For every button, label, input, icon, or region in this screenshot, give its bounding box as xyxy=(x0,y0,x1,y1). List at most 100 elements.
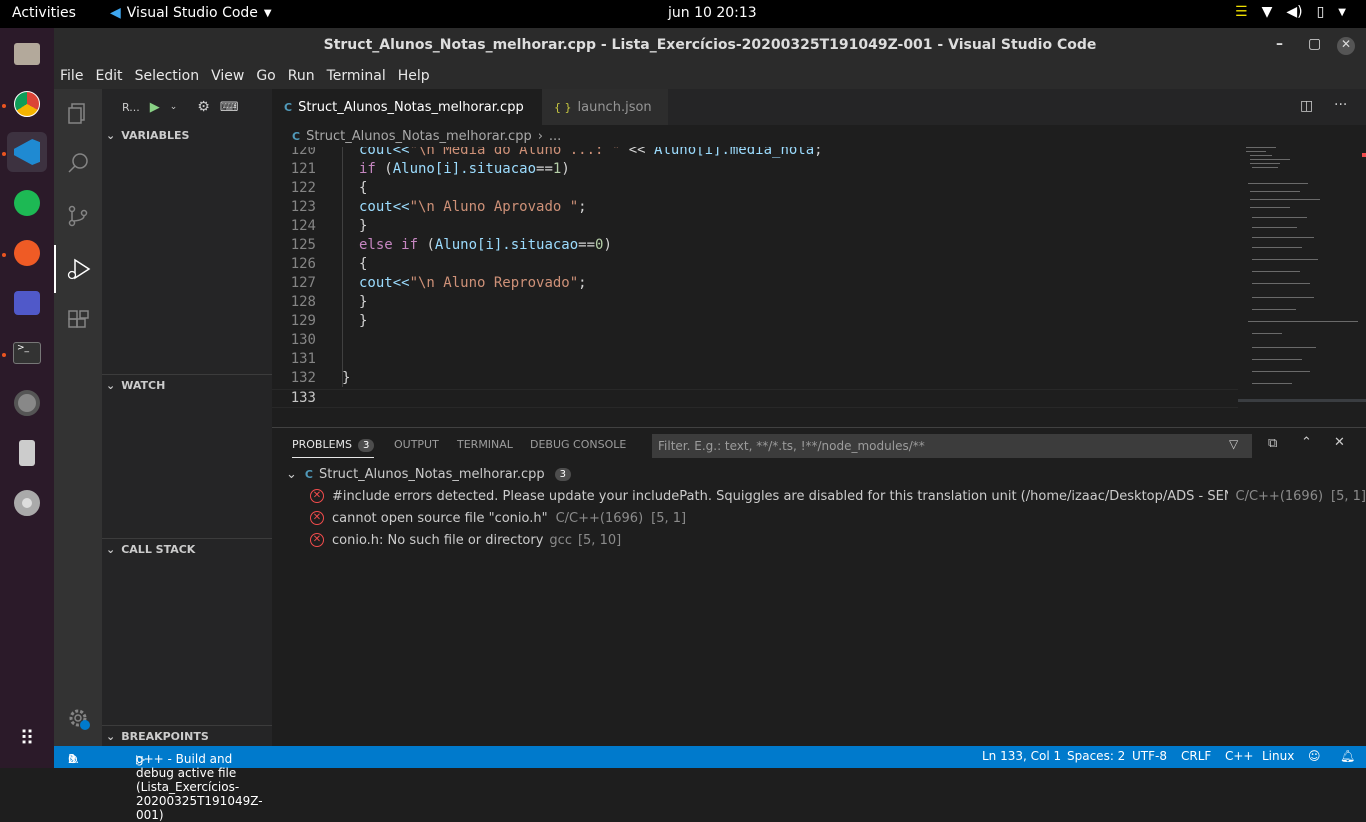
breadcrumb-more[interactable]: ... xyxy=(549,129,561,144)
breadcrumb: C Struct_Alunos_Notas_melhorar.cpp › ... xyxy=(272,125,1366,147)
terminal-icon[interactable]: >_ xyxy=(7,333,47,373)
chevron-down-icon[interactable]: ▼ xyxy=(1338,7,1346,18)
code-line: 131 xyxy=(272,351,1238,370)
section-breakpoints[interactable]: ⌄ BREAKPOINTS xyxy=(102,725,272,747)
app-menu[interactable]: ◀ Visual Studio Code ▼ xyxy=(110,5,272,21)
code-token: ) xyxy=(561,161,570,177)
feedback-icon[interactable]: ☺ xyxy=(1308,749,1321,763)
tab-output[interactable]: OUTPUT xyxy=(394,438,439,451)
editor-tabs: C Struct_Alunos_Notas_melhorar.cpp { } l… xyxy=(272,89,1366,125)
code-token: Aluno[i].media_nota xyxy=(654,147,815,158)
problem-row[interactable]: ✕ cannot open source file "conio.h" C/C+… xyxy=(272,507,1366,529)
indentation-status[interactable]: Spaces: 2 xyxy=(1067,749,1125,763)
menu-selection[interactable]: Selection xyxy=(129,64,206,89)
section-call-stack[interactable]: ⌄ CALL STACK xyxy=(102,538,272,560)
status-bar: ⊗ 3 ⚠ 0 ▷ g++ - Build and debug active f… xyxy=(54,746,1366,822)
notes-icon[interactable]: ☰ xyxy=(1235,4,1248,20)
manage-gear-icon[interactable] xyxy=(54,694,102,742)
platform-status[interactable]: Linux xyxy=(1262,749,1294,763)
menu-run[interactable]: Run xyxy=(282,64,321,89)
filter-icon[interactable]: ▽ xyxy=(1229,437,1238,451)
code-line: 125 else if (Aluno[i].situacao==0) xyxy=(272,237,1238,256)
start-debug-icon[interactable]: ▶ xyxy=(150,100,160,115)
tab-launch-json[interactable]: { } launch.json xyxy=(542,89,668,125)
line-number: 133 xyxy=(290,390,316,406)
encoding-status[interactable]: UTF-8 xyxy=(1132,749,1167,763)
line-number: 121 xyxy=(290,161,316,177)
postman-icon[interactable] xyxy=(7,233,47,273)
usb-drive-icon[interactable] xyxy=(7,433,47,473)
problem-row[interactable]: ✕ #include errors detected. Please updat… xyxy=(272,485,1366,507)
tab-terminal[interactable]: TERMINAL xyxy=(457,438,513,451)
section-variables[interactable]: ⌄ VARIABLES xyxy=(102,124,272,146)
language-status[interactable]: C++ xyxy=(1225,749,1254,763)
close-panel-icon[interactable]: ✕ xyxy=(1334,435,1345,450)
problem-row[interactable]: ✕ conio.h: No such file or directory gcc… xyxy=(272,529,1366,551)
more-actions-icon[interactable]: ··· xyxy=(1334,97,1347,113)
minimize-icon[interactable]: – xyxy=(1276,36,1283,52)
tab-debug-console[interactable]: DEBUG CONSOLE xyxy=(530,438,626,451)
spotify-icon[interactable] xyxy=(7,183,47,223)
cursor-position[interactable]: Ln 133, Col 1 xyxy=(982,749,1061,763)
teams-icon[interactable] xyxy=(7,283,47,323)
menu-view[interactable]: View xyxy=(205,64,250,89)
problem-position: [5, 1] xyxy=(651,510,687,526)
activities-button[interactable]: Activities xyxy=(12,5,76,21)
code-editor[interactable]: 120 cout<<"\n Média do Aluno ...: " << Al… xyxy=(272,147,1238,409)
run-debug-icon[interactable] xyxy=(54,245,102,293)
problems-filter-input[interactable]: Filter. E.g.: text, **/*.ts, !**/node_mo… xyxy=(652,434,1252,458)
split-editor-icon[interactable]: ◫ xyxy=(1300,98,1313,114)
tab-label: Struct_Alunos_Notas_melhorar.cpp xyxy=(298,99,524,115)
debug-console-icon[interactable]: ⌨ xyxy=(220,100,239,115)
files-icon[interactable] xyxy=(7,34,47,74)
explorer-icon[interactable] xyxy=(54,89,102,137)
disc-icon[interactable] xyxy=(7,483,47,523)
extensions-icon[interactable] xyxy=(54,297,102,345)
volume-icon[interactable]: ◀) xyxy=(1286,4,1302,20)
code-token: ( xyxy=(418,237,435,253)
code-token: << xyxy=(620,147,655,158)
maximize-icon[interactable]: ▢ xyxy=(1308,36,1321,52)
line-number: 128 xyxy=(290,294,316,310)
section-watch[interactable]: ⌄ WATCH xyxy=(102,374,272,396)
menu-file[interactable]: File xyxy=(54,64,89,89)
chrome-icon[interactable] xyxy=(7,84,47,124)
close-icon[interactable]: ✕ xyxy=(1337,37,1355,55)
problems-file-row[interactable]: ⌄ C Struct_Alunos_Notas_melhorar.cpp 3 xyxy=(272,463,1366,485)
maximize-panel-icon[interactable]: ⌃ xyxy=(1301,435,1312,450)
cpp-file-icon: C xyxy=(304,467,313,481)
search-icon[interactable] xyxy=(54,139,102,187)
breadcrumb-file[interactable]: Struct_Alunos_Notas_melhorar.cpp xyxy=(306,129,532,144)
code-token: ) xyxy=(603,237,612,253)
menu-terminal[interactable]: Terminal xyxy=(321,64,392,89)
menu-help[interactable]: Help xyxy=(392,64,436,89)
code-token: } xyxy=(359,294,368,310)
code-line-current: 133 xyxy=(272,389,1238,408)
problem-source: gcc xyxy=(549,532,572,548)
tab-struct-alunos[interactable]: C Struct_Alunos_Notas_melhorar.cpp xyxy=(272,89,542,125)
clock[interactable]: jun 10 20:13 xyxy=(668,5,757,21)
vscode-dock-icon[interactable] xyxy=(7,132,47,172)
menu-go[interactable]: Go xyxy=(250,64,281,89)
chevron-down-icon[interactable]: ⌄ xyxy=(170,102,178,112)
chevron-down-icon: ⌄ xyxy=(286,466,297,482)
collapse-all-icon[interactable]: ⧉ xyxy=(1268,436,1277,451)
show-apps-icon[interactable]: ⠿ xyxy=(7,718,47,758)
source-control-icon[interactable] xyxy=(54,192,102,240)
app-name: Visual Studio Code xyxy=(126,5,258,21)
code-line: 128} xyxy=(272,294,1238,313)
code-token: "\n Aluno Aprovado " xyxy=(409,199,579,215)
code-line: 132} xyxy=(272,370,1238,389)
settings-icon[interactable] xyxy=(7,383,47,423)
wifi-icon[interactable]: ▼ xyxy=(1262,4,1273,20)
battery-icon[interactable]: ▯ xyxy=(1317,4,1325,20)
minimap[interactable] xyxy=(1238,147,1366,409)
notifications-bell-icon[interactable]: 🔔︎ xyxy=(1340,749,1355,763)
settings-gear-icon[interactable]: ⚙ xyxy=(197,99,210,115)
run-config-label[interactable]: R... xyxy=(122,101,140,114)
code-token: else if xyxy=(359,237,419,253)
system-tray[interactable]: ☰ ▼ ◀) ▯ ▼ xyxy=(1235,4,1346,20)
eol-status[interactable]: CRLF xyxy=(1181,749,1211,763)
menu-edit[interactable]: Edit xyxy=(89,64,128,89)
tab-problems[interactable]: PROBLEMS 3 xyxy=(292,438,375,458)
